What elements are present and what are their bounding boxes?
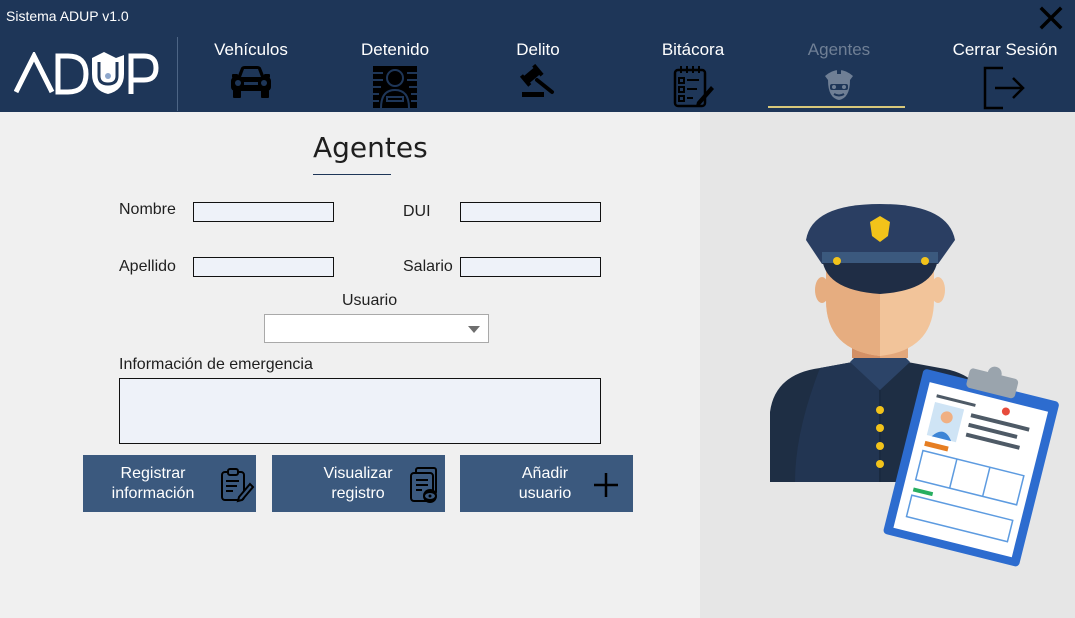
emergencia-label: Información de emergencia (119, 356, 313, 373)
police-officer-icon (825, 69, 853, 100)
usuario-label: Usuario (342, 292, 398, 309)
logout-icon (983, 66, 1025, 110)
form-panel (0, 112, 700, 618)
title-underline (313, 174, 391, 175)
nav-item-cerrar-sesion[interactable]: Cerrar Sesión (946, 38, 1064, 110)
emergencia-textarea[interactable] (119, 378, 601, 444)
button-label: Visualizar registro (298, 464, 418, 504)
button-label-line1: Visualizar (323, 465, 393, 482)
nav-item-label: Detenido (360, 40, 430, 59)
close-icon[interactable] (1038, 5, 1064, 31)
document-view-icon (410, 467, 437, 503)
nav-item-delito[interactable]: Delito (500, 38, 576, 110)
nav-item-vehiculos[interactable]: Vehículos (205, 38, 297, 110)
active-tab-indicator (768, 106, 905, 108)
gavel-icon (519, 64, 554, 97)
usuario-select[interactable] (264, 314, 489, 343)
anadir-usuario-button[interactable]: Añadir usuario (460, 455, 633, 512)
apellido-label: Apellido (119, 258, 176, 275)
button-label-line1: Añadir (521, 465, 569, 482)
button-label-line2: información (111, 485, 195, 502)
clipboard-pencil-icon (221, 468, 255, 503)
adup-logo (14, 52, 159, 95)
page-title: Agentes (313, 131, 428, 164)
dui-label: DUI (403, 203, 431, 220)
illustration-panel (700, 112, 1075, 618)
apellido-field[interactable] (193, 257, 334, 277)
nav-item-detenido[interactable]: Detenido (352, 38, 438, 110)
nav-item-label: Vehículos (214, 40, 288, 59)
button-label-line1: Registrar (120, 465, 186, 482)
detainee-icon (373, 66, 417, 109)
salario-field[interactable] (460, 257, 601, 277)
nav-item-label: Cerrar Sesión (952, 40, 1058, 59)
nav-item-bitacora[interactable]: Bitácora (650, 38, 736, 110)
nav-item-label: Delito (516, 40, 560, 59)
registrar-informacion-button[interactable]: Registrar información (83, 455, 256, 512)
button-label-line2: registro (331, 485, 385, 502)
salario-label: Salario (403, 258, 453, 275)
nav-item-label: Agentes (807, 40, 871, 59)
logo-divider (177, 37, 178, 111)
visualizar-registro-button[interactable]: Visualizar registro (272, 455, 445, 512)
police-officer-clipboard-illustration (770, 204, 1059, 567)
button-label: Registrar información (93, 464, 213, 504)
logbook-icon (673, 66, 714, 108)
nombre-field[interactable] (193, 202, 334, 222)
button-label: Añadir usuario (485, 464, 605, 504)
nombre-label: Nombre (119, 201, 176, 218)
button-label-line2: usuario (518, 485, 572, 502)
chevron-down-icon[interactable] (468, 326, 480, 333)
app-header: Sistema ADUP v1.0 Vehículos Detenido Del… (0, 0, 1075, 112)
nav-item-label: Bitácora (661, 40, 725, 59)
dui-field[interactable] (460, 202, 601, 222)
window-title: Sistema ADUP v1.0 (6, 8, 129, 24)
nav-item-agentes[interactable]: Agentes (800, 38, 878, 110)
car-icon (231, 66, 271, 98)
plus-icon (594, 473, 618, 497)
